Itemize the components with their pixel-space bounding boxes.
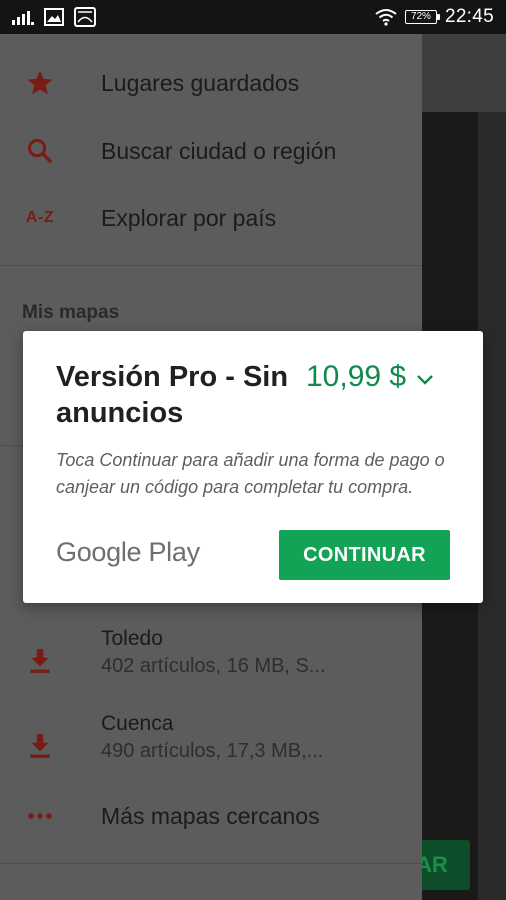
- dialog-description: Toca Continuar para añadir una forma de …: [56, 450, 445, 497]
- drawer-item-more-maps[interactable]: Más mapas cercanos: [0, 783, 422, 849]
- price-selector[interactable]: 10,99 $: [306, 359, 434, 395]
- chevron-down-icon: [416, 359, 434, 395]
- divider: [0, 265, 422, 266]
- drawer-item-label: Más mapas cercanos: [101, 802, 320, 829]
- status-bar: 72% 22:45: [0, 0, 506, 34]
- search-icon: [22, 133, 58, 169]
- drawer-item-saved-places[interactable]: Lugares guardados: [0, 50, 422, 116]
- drawer-item-label: Lugares guardados: [101, 69, 300, 96]
- drawer-item-explore-by-country[interactable]: A-Z Explorar por país: [0, 185, 422, 251]
- purchase-dialog: Versión Pro - Sin anuncios 10,99 $ Toca …: [23, 331, 483, 603]
- price-value: 10,99 $: [306, 360, 407, 393]
- map-name: Cuenca: [101, 712, 174, 735]
- google-play-logo: Google Play: [56, 537, 200, 567]
- dialog-title: Versión Pro - Sin anuncios: [56, 361, 289, 429]
- app-notification-icon: [74, 7, 96, 27]
- map-item-toledo[interactable]: Toledo 402 artículos, 16 MB, S...: [0, 627, 422, 697]
- drawer-item-search[interactable]: Buscar ciudad o región: [0, 118, 422, 184]
- map-details: 402 artículos, 16 MB, S...: [101, 655, 326, 677]
- map-item-cuenca[interactable]: Cuenca 490 artículos, 17,3 MB,...: [0, 712, 422, 782]
- drawer-item-label: Explorar por país: [101, 204, 277, 231]
- az-icon: A-Z: [25, 209, 55, 226]
- more-dots-icon: [22, 798, 58, 834]
- wifi-icon: [375, 8, 397, 26]
- download-icon[interactable]: [22, 643, 58, 679]
- map-details: 490 artículos, 17,3 MB,...: [101, 740, 324, 762]
- continue-button[interactable]: CONTINUAR: [279, 530, 450, 580]
- section-title: Mis mapas: [22, 302, 120, 323]
- star-icon: [22, 65, 58, 101]
- battery-indicator: 72%: [404, 10, 440, 24]
- clock: 22:45: [444, 6, 494, 27]
- divider: [0, 863, 422, 864]
- download-icon[interactable]: [22, 728, 58, 764]
- map-name: Toledo: [101, 627, 163, 650]
- image-icon: [44, 8, 64, 26]
- signal-icon: [12, 9, 34, 25]
- drawer-item-label: Buscar ciudad o región: [101, 137, 337, 164]
